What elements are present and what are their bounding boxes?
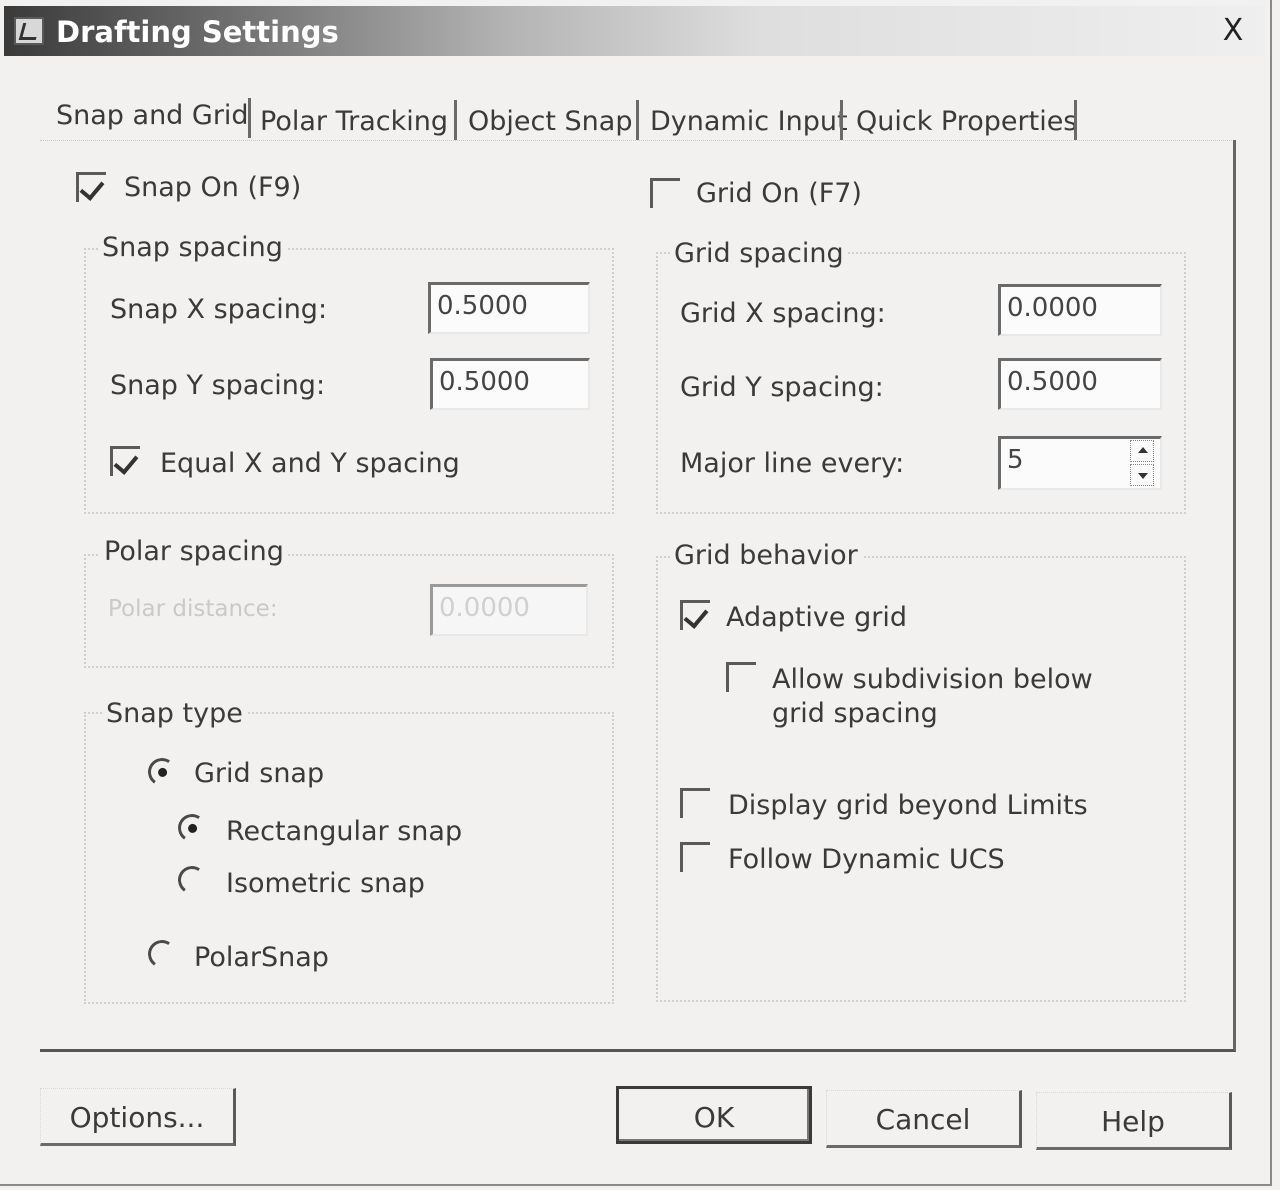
tab-polar-tracking[interactable]: Polar Tracking	[256, 98, 448, 146]
snap-x-label: Snap X spacing:	[110, 294, 328, 325]
tab-object-snap[interactable]: Object Snap	[464, 98, 632, 146]
grid-behavior-title: Grid behavior	[670, 540, 862, 571]
grid-on-checkbox[interactable]	[650, 178, 680, 208]
close-button[interactable]: X	[1216, 14, 1250, 48]
major-line-spinner[interactable]	[1124, 438, 1158, 490]
snap-type-title: Snap type	[102, 698, 247, 729]
tab-separator	[636, 100, 639, 140]
follow-dynamic-ucs-label: Follow Dynamic UCS	[728, 844, 1005, 875]
title-bar[interactable]: Drafting Settings X	[4, 6, 1266, 56]
follow-dynamic-ucs-checkbox[interactable]	[680, 842, 710, 872]
polar-distance-label: Polar distance:	[108, 596, 278, 622]
app-icon	[14, 17, 44, 45]
options-button[interactable]: Options...	[40, 1088, 236, 1146]
snap-x-spacing-input[interactable]: 0.5000	[428, 282, 590, 334]
cancel-button[interactable]: Cancel	[826, 1090, 1022, 1148]
help-button[interactable]: Help	[1036, 1092, 1232, 1150]
rectangular-snap-label: Rectangular snap	[226, 816, 463, 847]
equal-xy-label: Equal X and Y spacing	[160, 448, 460, 479]
tab-separator	[248, 98, 251, 138]
ok-button[interactable]: OK	[616, 1086, 812, 1144]
polarsnap-label: PolarSnap	[194, 942, 329, 973]
spin-up-arrow-icon[interactable]	[1130, 440, 1154, 462]
window-title: Drafting Settings	[56, 15, 339, 49]
display-beyond-limits-checkbox[interactable]	[680, 788, 710, 818]
snap-on-label: Snap On (F9)	[124, 172, 302, 203]
grid-on-label: Grid On (F7)	[696, 178, 862, 209]
tab-quick-properties[interactable]: Quick Properties	[852, 98, 1077, 146]
drafting-settings-dialog: Drafting Settings X Snap and Grid Polar …	[0, 0, 1272, 1186]
allow-subdivision-label-line2: grid spacing	[772, 698, 938, 729]
isometric-snap-label: Isometric snap	[226, 868, 425, 899]
tab-snap-and-grid[interactable]: Snap and Grid	[52, 92, 249, 140]
grid-snap-label: Grid snap	[194, 758, 325, 789]
polar-distance-input: 0.0000	[430, 584, 588, 636]
grid-y-label: Grid Y spacing:	[680, 372, 884, 403]
tab-separator	[454, 100, 457, 140]
spin-down-arrow-icon[interactable]	[1130, 464, 1154, 486]
tab-separator	[1074, 100, 1077, 140]
allow-subdivision-label-line1: Allow subdivision below	[772, 664, 1093, 695]
grid-y-spacing-input[interactable]: 0.5000	[998, 358, 1162, 410]
major-line-label: Major line every:	[680, 448, 905, 479]
tab-dynamic-input[interactable]: Dynamic Input	[646, 98, 848, 146]
display-beyond-limits-label: Display grid beyond Limits	[728, 790, 1088, 821]
grid-spacing-title: Grid spacing	[670, 238, 848, 269]
adaptive-grid-checkbox[interactable]	[680, 600, 710, 630]
snap-spacing-title: Snap spacing	[98, 232, 287, 263]
snap-y-label: Snap Y spacing:	[110, 370, 326, 401]
polar-spacing-title: Polar spacing	[100, 536, 288, 567]
tab-separator	[840, 100, 843, 140]
grid-x-label: Grid X spacing:	[680, 298, 886, 329]
snap-y-spacing-input[interactable]: 0.5000	[430, 358, 590, 410]
grid-x-spacing-input[interactable]: 0.0000	[998, 284, 1162, 336]
equal-xy-checkbox[interactable]	[110, 446, 140, 476]
allow-subdivision-checkbox[interactable]	[726, 662, 756, 692]
snap-on-checkbox[interactable]	[76, 172, 106, 202]
adaptive-grid-label: Adaptive grid	[726, 602, 907, 633]
